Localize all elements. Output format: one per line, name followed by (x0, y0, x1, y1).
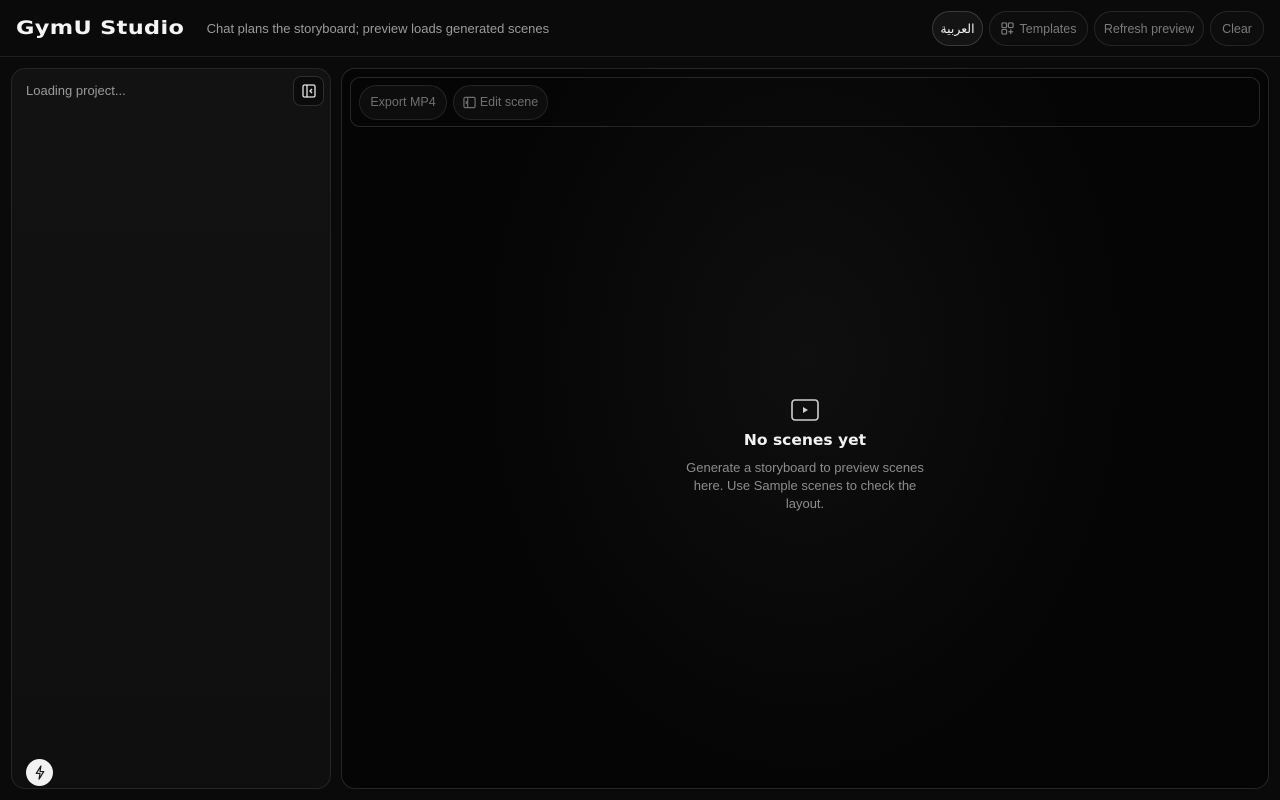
templates-button-label: Templates (1019, 21, 1077, 36)
edit-panel-icon (463, 96, 476, 109)
export-mp4-button[interactable]: Export MP4 (359, 84, 447, 120)
export-mp4-label: Export MP4 (370, 95, 436, 109)
edit-scene-button[interactable]: Edit scene (453, 84, 548, 120)
edit-scene-label: Edit scene (479, 95, 539, 109)
clear-button[interactable]: Clear (1210, 11, 1264, 46)
refresh-preview-button[interactable]: Refresh preview (1094, 11, 1204, 46)
top-bar: GymU Studio Chat plans the storyboard; p… (0, 0, 1280, 57)
loading-text: Loading project... (26, 83, 126, 98)
empty-state-description: Generate a storyboard to preview scenes … (686, 460, 924, 511)
collapse-sidebar-button[interactable] (293, 76, 324, 106)
chat-sidebar: Loading project... (11, 68, 331, 789)
bolt-button[interactable] (26, 759, 53, 786)
refresh-preview-label: Refresh preview (1103, 21, 1195, 36)
empty-state: No scenes yet Generate a storyboard to p… (342, 399, 1268, 513)
preview-toolbar: Export MP4 Edit scene (350, 77, 1260, 127)
play-icon (791, 399, 819, 421)
grid-icon (1000, 22, 1014, 35)
panel-collapse-icon (301, 84, 316, 98)
language-button[interactable]: العربية (932, 11, 983, 46)
app-title: GymU Studio (16, 17, 185, 39)
preview-panel: Export MP4 Edit scene No scenes yet Gene… (341, 68, 1269, 789)
bolt-icon (33, 765, 47, 780)
templates-button[interactable]: Templates (989, 11, 1088, 46)
header-actions: العربية Templates Refresh preview Clear (932, 11, 1264, 46)
language-button-label: العربية (940, 22, 975, 36)
clear-button-label: Clear (1222, 21, 1252, 36)
empty-state-title: No scenes yet (743, 431, 867, 449)
app-tagline: Chat plans the storyboard; preview loads… (206, 20, 550, 36)
